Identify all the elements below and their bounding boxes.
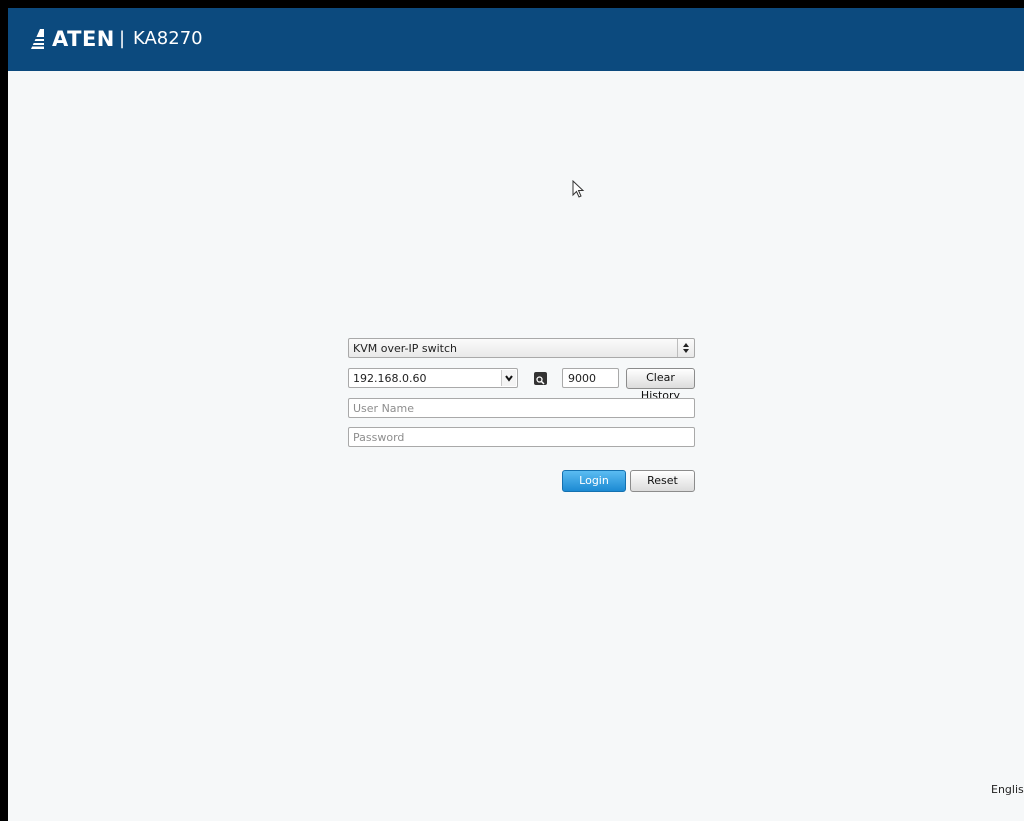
password-field[interactable]: Password	[348, 427, 695, 447]
device-model: KA8270	[133, 28, 203, 49]
brand-name: ATEN	[52, 27, 115, 51]
up-down-arrows-icon[interactable]	[677, 339, 694, 357]
search-icon[interactable]	[534, 372, 547, 385]
username-placeholder: User Name	[353, 402, 415, 415]
login-button[interactable]: Login	[562, 470, 626, 492]
username-field[interactable]: User Name	[348, 398, 695, 418]
password-placeholder: Password	[353, 431, 405, 444]
aten-logo-icon	[31, 29, 44, 49]
ip-address-combobox[interactable]: 192.168.0.60	[348, 368, 518, 388]
device-type-select[interactable]: KVM over-IP switch	[348, 338, 695, 358]
chevron-down-icon[interactable]	[501, 370, 516, 386]
ip-address-value: 192.168.0.60	[353, 372, 427, 385]
language-selector[interactable]: English	[991, 783, 1024, 796]
port-input[interactable]: 9000	[562, 368, 619, 388]
app-window: ATEN | KA8270 KVM over-IP switch 192.168…	[8, 8, 1024, 821]
reset-button[interactable]: Reset	[630, 470, 695, 492]
header-separator: |	[119, 28, 126, 49]
device-type-value: KVM over-IP switch	[353, 342, 458, 355]
mouse-pointer-icon	[572, 180, 585, 198]
port-value: 9000	[568, 372, 596, 385]
clear-history-button[interactable]: Clear History	[626, 368, 695, 402]
top-header-bar: ATEN | KA8270	[8, 8, 1024, 71]
aten-logo: ATEN	[31, 27, 115, 51]
